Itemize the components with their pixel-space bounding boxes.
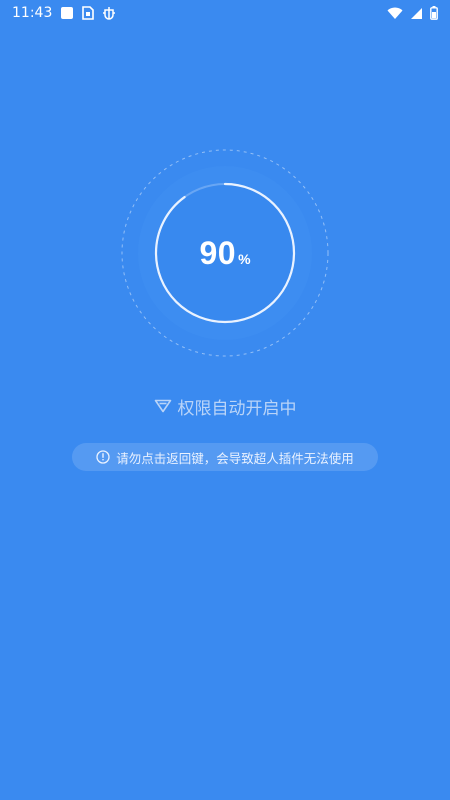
progress-percent: 90 % [120, 148, 330, 358]
sim-card-icon [82, 6, 95, 20]
status-bar-right [387, 6, 438, 20]
bug-app-icon [102, 6, 116, 20]
battery-icon [430, 6, 438, 20]
square-notification-icon [60, 6, 74, 20]
status-bar-left: 11:43 [12, 5, 116, 21]
status-bar: 11:43 [0, 0, 450, 26]
permission-status-text: 权限自动开启中 [177, 398, 297, 419]
cell-signal-icon [410, 7, 423, 20]
warning-notice: 请勿点击返回键，会导致超人插件无法使用 [72, 443, 378, 471]
status-time: 11:43 [12, 5, 53, 21]
warning-text: 请勿点击返回键，会导致超人插件无法使用 [116, 450, 354, 466]
info-circle-icon [96, 450, 110, 464]
progress-value: 90 [199, 234, 237, 271]
permission-status: 权限自动开启中 [0, 392, 450, 420]
progress-ring: 90 % [120, 148, 330, 358]
progress-unit: % [238, 251, 251, 267]
wifi-icon [387, 7, 403, 20]
shield-icon [154, 399, 172, 413]
